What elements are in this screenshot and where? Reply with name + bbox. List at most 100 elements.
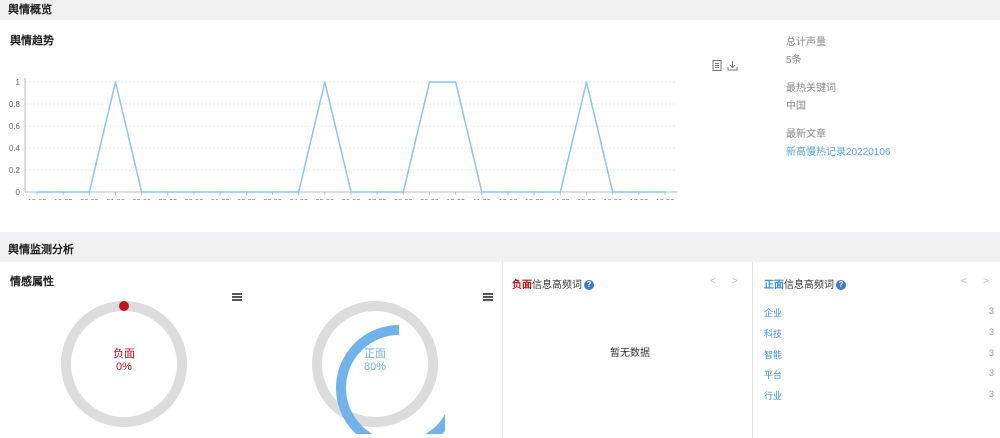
keyword-row: 平台 3: [764, 368, 994, 382]
x-tick-label: 11:00: [473, 197, 491, 200]
negative-words-title: 负面信息高频词?: [512, 276, 594, 291]
y-tick-label: 0.4: [9, 144, 21, 153]
positive-words-title-rest: 信息高频词: [784, 280, 834, 291]
trend-title: 舆情趋势: [10, 35, 54, 47]
y-tick-label: 0: [16, 188, 21, 197]
x-tick-label: 08:00: [394, 197, 413, 200]
download-icon[interactable]: [726, 60, 738, 72]
total-volume-value: 5条: [786, 55, 802, 66]
x-tick-label: 22:00: [132, 197, 151, 200]
data-point: [297, 191, 300, 193]
y-tick-label: 0.2: [9, 166, 21, 175]
total-volume-label: 总计声量: [786, 37, 826, 48]
y-tick-label: 0.8: [9, 100, 21, 109]
data-point: [36, 191, 38, 193]
x-tick-label: 18:00: [28, 197, 47, 200]
positive-words-title-highlight: 正面: [764, 280, 784, 291]
x-tick-label: 23:00: [158, 197, 177, 200]
hot-keyword-value: 中国: [786, 101, 806, 112]
positive-chart-menu-icon[interactable]: [483, 293, 493, 301]
overview-panel: 舆情趋势 0 0.2 0.4 0.6 0.8 1 18:00 19:00 20:00 21:00 2…: [0, 20, 1000, 232]
negative-words-empty-text: 暂无数据: [610, 348, 650, 359]
y-tick-label: 1: [16, 78, 21, 87]
data-point: [350, 191, 352, 193]
overview-header: 舆情概览: [0, 0, 1000, 20]
positive-words-next-button[interactable]: >: [983, 276, 989, 287]
keyword-count: 3: [988, 368, 994, 378]
x-tick-label: 09:00: [420, 197, 439, 200]
x-tick-label: 03:00: [263, 197, 282, 200]
latest-article-label: 最新文章: [786, 129, 826, 140]
data-point: [611, 191, 614, 193]
negative-words-title-rest: 信息高频词: [532, 280, 582, 291]
data-point: [638, 191, 640, 193]
data-point: [454, 81, 457, 83]
data-point: [402, 191, 405, 193]
trend-chart: 0 0.2 0.4 0.6 0.8 1 18:00 19:00 20:00 21:00 22:00 2…: [9, 78, 677, 200]
negative-words-prev-button[interactable]: <: [710, 276, 716, 287]
positive-words-prev-button[interactable]: <: [961, 276, 967, 287]
keyword-link[interactable]: 科技: [764, 327, 782, 340]
positive-label: 正面: [364, 348, 386, 360]
document-icon[interactable]: [711, 60, 723, 72]
data-point: [219, 191, 221, 193]
divider: [752, 262, 753, 438]
x-tick-label: 20:00: [80, 197, 99, 200]
data-point: [167, 191, 169, 193]
keyword-link[interactable]: 企业: [764, 306, 782, 319]
analysis-panel: 情感属性 负面 0% 正面 80% 负面信息高频词? < > 暂无数据 正面信息…: [0, 262, 1000, 438]
keyword-link[interactable]: 平台: [764, 368, 782, 381]
keyword-count: 3: [988, 389, 994, 399]
sentiment-title: 情感属性: [10, 276, 54, 288]
x-tick-label: 12:00: [499, 197, 518, 200]
keyword-row: 行业 3: [764, 389, 994, 403]
x-tick-label: 07:00: [368, 197, 387, 200]
keyword-link[interactable]: 智能: [764, 348, 782, 361]
data-point: [559, 191, 562, 193]
divider: [502, 262, 503, 438]
x-tick-label: 15:00: [577, 197, 596, 200]
negative-percent: 0%: [116, 361, 132, 373]
keyword-count: 3: [988, 327, 994, 337]
keyword-link[interactable]: 行业: [764, 389, 782, 402]
data-point: [664, 191, 666, 193]
positive-donut-label: 正面 80%: [325, 348, 425, 374]
negative-chart-menu-icon[interactable]: [232, 293, 242, 301]
data-point: [324, 81, 326, 83]
help-icon[interactable]: ?: [836, 280, 846, 291]
hot-keyword-label: 最热关键词: [786, 83, 836, 94]
x-tick-label: 10:00: [446, 197, 465, 200]
data-point: [533, 191, 535, 193]
negative-words-title-highlight: 负面: [512, 280, 532, 291]
data-point: [376, 191, 378, 193]
help-icon[interactable]: ?: [584, 280, 594, 291]
data-point: [114, 81, 117, 83]
x-tick-label: 00:00: [185, 197, 204, 200]
latest-article-link[interactable]: 新高慢热记录20220106: [786, 143, 891, 158]
analysis-header: 舆情监测分析: [0, 240, 1000, 260]
x-tick-label: 02:00: [237, 197, 256, 200]
x-tick-label: 16:00: [603, 197, 622, 200]
positive-words-title: 正面信息高频词?: [764, 276, 846, 291]
data-point: [193, 191, 195, 193]
x-tick-label: 01:00: [211, 197, 230, 200]
x-tick-label: 14:00: [551, 197, 570, 200]
data-point: [428, 81, 431, 83]
data-point: [245, 191, 248, 193]
data-point: [585, 81, 588, 83]
series-line: [37, 81, 665, 193]
negative-words-next-button[interactable]: >: [732, 276, 738, 287]
x-tick-label: 04:00: [289, 197, 308, 200]
data-point: [507, 191, 509, 193]
x-tick-label: 18:00: [656, 197, 675, 200]
keyword-row: 科技 3: [764, 327, 994, 341]
x-tick-label: 19:00: [54, 197, 73, 200]
donut-marker: [119, 301, 129, 311]
data-point: [271, 191, 274, 193]
data-point: [481, 191, 483, 193]
keyword-count: 3: [988, 348, 994, 358]
data-point: [140, 191, 143, 193]
negative-donut-label: 负面 0%: [74, 348, 174, 374]
keyword-row: 企业 3: [764, 306, 994, 320]
data-point: [62, 191, 64, 193]
